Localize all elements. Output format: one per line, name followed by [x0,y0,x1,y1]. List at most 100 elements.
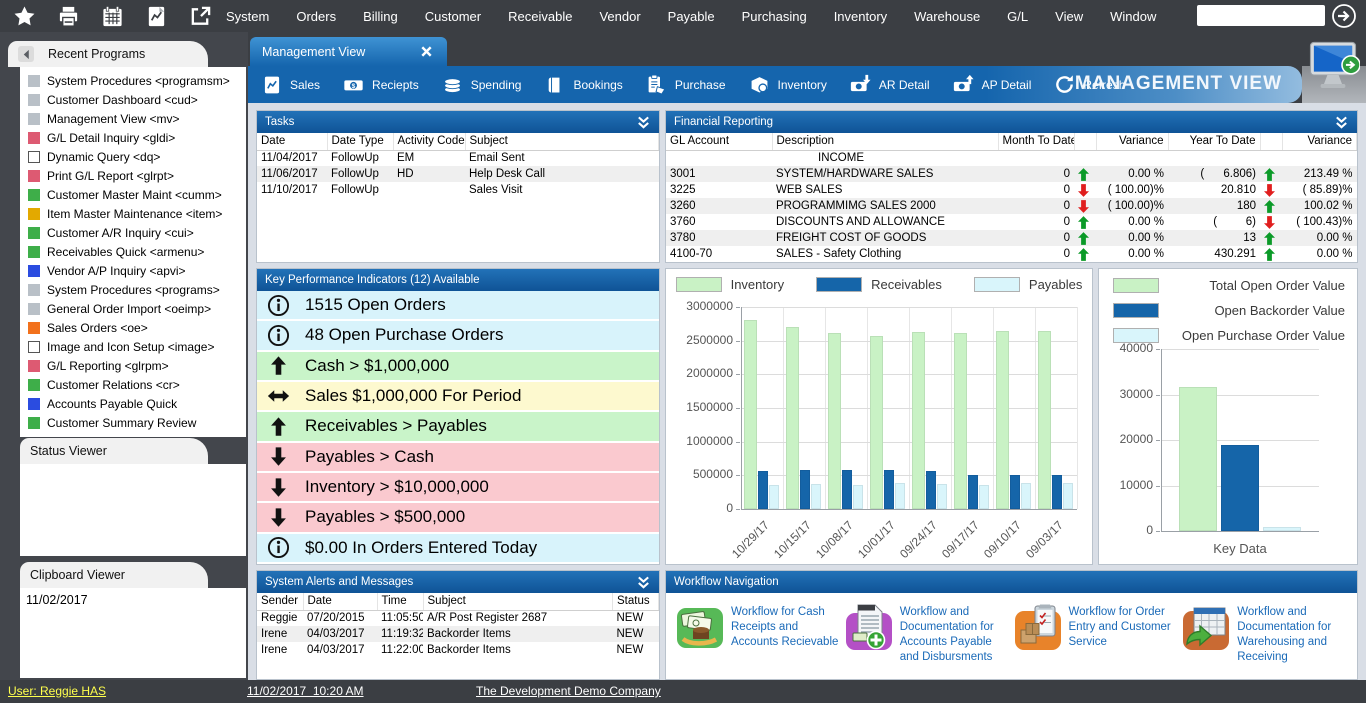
column-header[interactable] [1260,133,1282,150]
open-window-icon[interactable] [188,4,212,28]
table-row[interactable]: 11/06/2017FollowUpHDHelp Desk Call [257,166,659,182]
toolbar-button-ap-detail[interactable]: AP Detail [952,74,1032,96]
table-row[interactable]: 3760DISCOUNTS AND ALLOWANCE00.00 %( 6)( … [666,214,1357,230]
menu-item-orders[interactable]: Orders [296,9,336,24]
menu-item-view[interactable]: View [1055,9,1083,24]
toolbar-button-bookings[interactable]: Bookings [543,74,622,96]
menu-item-payable[interactable]: Payable [668,9,715,24]
program-list-item[interactable]: G/L Detail Inquiry <gldi> [20,128,246,147]
workflow-item[interactable]: Workflow and Documentation for Accounts … [845,603,1014,665]
print-icon[interactable] [56,4,80,28]
expand-chevron-icon[interactable] [1334,115,1349,130]
column-header[interactable]: Year To Date [1168,133,1260,150]
report-icon[interactable] [144,4,168,28]
status-viewer-panel[interactable] [20,464,246,556]
program-list-item[interactable]: Image and Icon Setup <image> [20,337,246,356]
table-row[interactable]: Irene04/03/201711:19:32Backorder ItemsNE… [257,626,659,642]
table-row[interactable]: Reggie07/20/201511:05:50A/R Post Registe… [257,610,659,626]
recent-programs-tab[interactable]: Recent Programs [8,41,208,67]
statusbar-user-link[interactable]: User: Reggie HAS [8,684,106,698]
column-header[interactable]: Status [613,593,659,610]
program-list-item[interactable]: Customer Summary Review [20,413,246,432]
calendar-icon[interactable] [100,4,124,28]
program-list-item[interactable]: Print G/L Report <glrpt> [20,166,246,185]
program-list-item[interactable]: Customer Relations <cr> [20,375,246,394]
table-row[interactable]: 3780FREIGHT COST OF GOODS00.00 %130.00 % [666,230,1357,246]
menu-item-warehouse[interactable]: Warehouse [914,9,980,24]
column-header[interactable]: Time [377,593,423,610]
table-row[interactable]: 4100-70SALES - Safety Clothing00.00 %430… [666,246,1357,262]
statusbar-datetime-link[interactable]: 11/02/2017 10:20 AM [247,684,364,698]
toolbar-button-reciepts[interactable]: $Reciepts [342,74,419,96]
table-row[interactable]: Irene04/03/201711:22:00Backorder ItemsNE… [257,642,659,658]
kpi-item[interactable]: 1515 Open Orders [257,291,659,321]
toolbar-button-sales[interactable]: Sales [260,74,320,96]
menu-item-window[interactable]: Window [1110,9,1156,24]
collapse-sidebar-button[interactable] [18,46,34,62]
workflow-item[interactable]: Workflow for Order Entry and Customer Se… [1014,603,1183,651]
column-header[interactable]: GL Account [666,133,772,150]
menu-item-customer[interactable]: Customer [425,9,481,24]
program-list-item[interactable]: Dynamic Query <dq> [20,147,246,166]
program-list-item[interactable]: Item Master Maintenance <item> [20,204,246,223]
program-list-item[interactable]: Management View <mv> [20,109,246,128]
menu-item-system[interactable]: System [226,9,269,24]
menu-item-purchasing[interactable]: Purchasing [742,9,807,24]
go-arrow-button[interactable] [1331,3,1357,29]
kpi-item[interactable]: Cash > $1,000,000 [257,352,659,382]
column-header[interactable]: Variance [1096,133,1168,150]
favorites-icon[interactable] [12,4,36,28]
program-list-item[interactable]: Customer Dashboard <cud> [20,90,246,109]
program-list-item[interactable]: G/L Reporting <glrpm> [20,356,246,375]
table-row[interactable]: 3001SYSTEM/HARDWARE SALES00.00 %( 6.806)… [666,166,1357,182]
kpi-item[interactable]: Payables > $500,000 [257,503,659,533]
program-list-item[interactable]: Receivables Quick <armenu> [20,242,246,261]
toolbar-button-ar-detail[interactable]: AR Detail [849,74,930,96]
kpi-item[interactable]: Receivables > Payables [257,412,659,442]
table-row[interactable]: 11/10/2017FollowUpSales Visit [257,182,659,198]
kpi-item[interactable]: Payables > Cash [257,443,659,473]
program-list-item[interactable]: Vendor A/P Inquiry <apvi> [20,261,246,280]
column-header[interactable]: Subject [465,133,659,150]
close-icon[interactable] [419,44,435,60]
menu-item-g-l[interactable]: G/L [1007,9,1028,24]
table-row[interactable]: 3260PROGRAMMIMG SALES 20000( 100.00)%180… [666,198,1357,214]
column-header[interactable]: Date [303,593,377,610]
status-viewer-tab[interactable]: Status Viewer [20,438,208,464]
toolbar-button-purchase[interactable]: Purchase [645,74,726,96]
menu-item-vendor[interactable]: Vendor [599,9,640,24]
column-header[interactable]: Activity Code [393,133,465,150]
column-header[interactable]: Description [772,133,998,150]
menu-item-inventory[interactable]: Inventory [834,9,887,24]
program-list-item[interactable]: System Procedures <programs> [20,280,246,299]
program-list-item[interactable]: Accounts Payable Quick [20,394,246,413]
column-header[interactable]: Subject [423,593,613,610]
toolbar-button-inventory[interactable]: Inventory [748,74,827,96]
tab-management-view[interactable]: Management View [250,37,447,66]
program-list-item[interactable]: Customer A/R Inquiry <cui> [20,223,246,242]
clipboard-viewer-panel[interactable]: 11/02/2017 [20,588,246,678]
kpi-item[interactable]: Inventory > $10,000,000 [257,473,659,503]
workflow-item[interactable]: Workflow for Cash Receipts and Accounts … [676,603,845,651]
column-header[interactable] [1074,133,1096,150]
monitor-export-icon[interactable] [1306,40,1360,92]
statusbar-company-link[interactable]: The Development Demo Company [476,684,661,698]
kpi-item[interactable]: $0.00 In Orders Entered Today [257,534,659,564]
workflow-item[interactable]: Workflow and Documentation for Warehousi… [1182,603,1351,665]
expand-chevron-icon[interactable] [636,575,651,590]
column-header[interactable]: Variance [1282,133,1357,150]
table-row[interactable]: 3225WEB SALES0( 100.00)%20.810( 85.89)% [666,182,1357,198]
column-header[interactable]: Month To Date [998,133,1074,150]
search-input[interactable] [1197,5,1325,26]
menu-item-receivable[interactable]: Receivable [508,9,572,24]
toolbar-button-spending[interactable]: Spending [441,74,522,96]
menu-item-billing[interactable]: Billing [363,9,398,24]
table-row[interactable]: 11/04/2017FollowUpEMEmail Sent [257,150,659,166]
clipboard-viewer-tab[interactable]: Clipboard Viewer [20,562,208,588]
program-list-item[interactable]: Customer Master Maint <cumm> [20,185,246,204]
column-header[interactable]: Date [257,133,327,150]
program-list-item[interactable]: Sales Orders <oe> [20,318,246,337]
program-list-item[interactable]: General Order Import <oeimp> [20,299,246,318]
column-header[interactable]: Sender [257,593,303,610]
column-header[interactable]: Date Type [327,133,393,150]
